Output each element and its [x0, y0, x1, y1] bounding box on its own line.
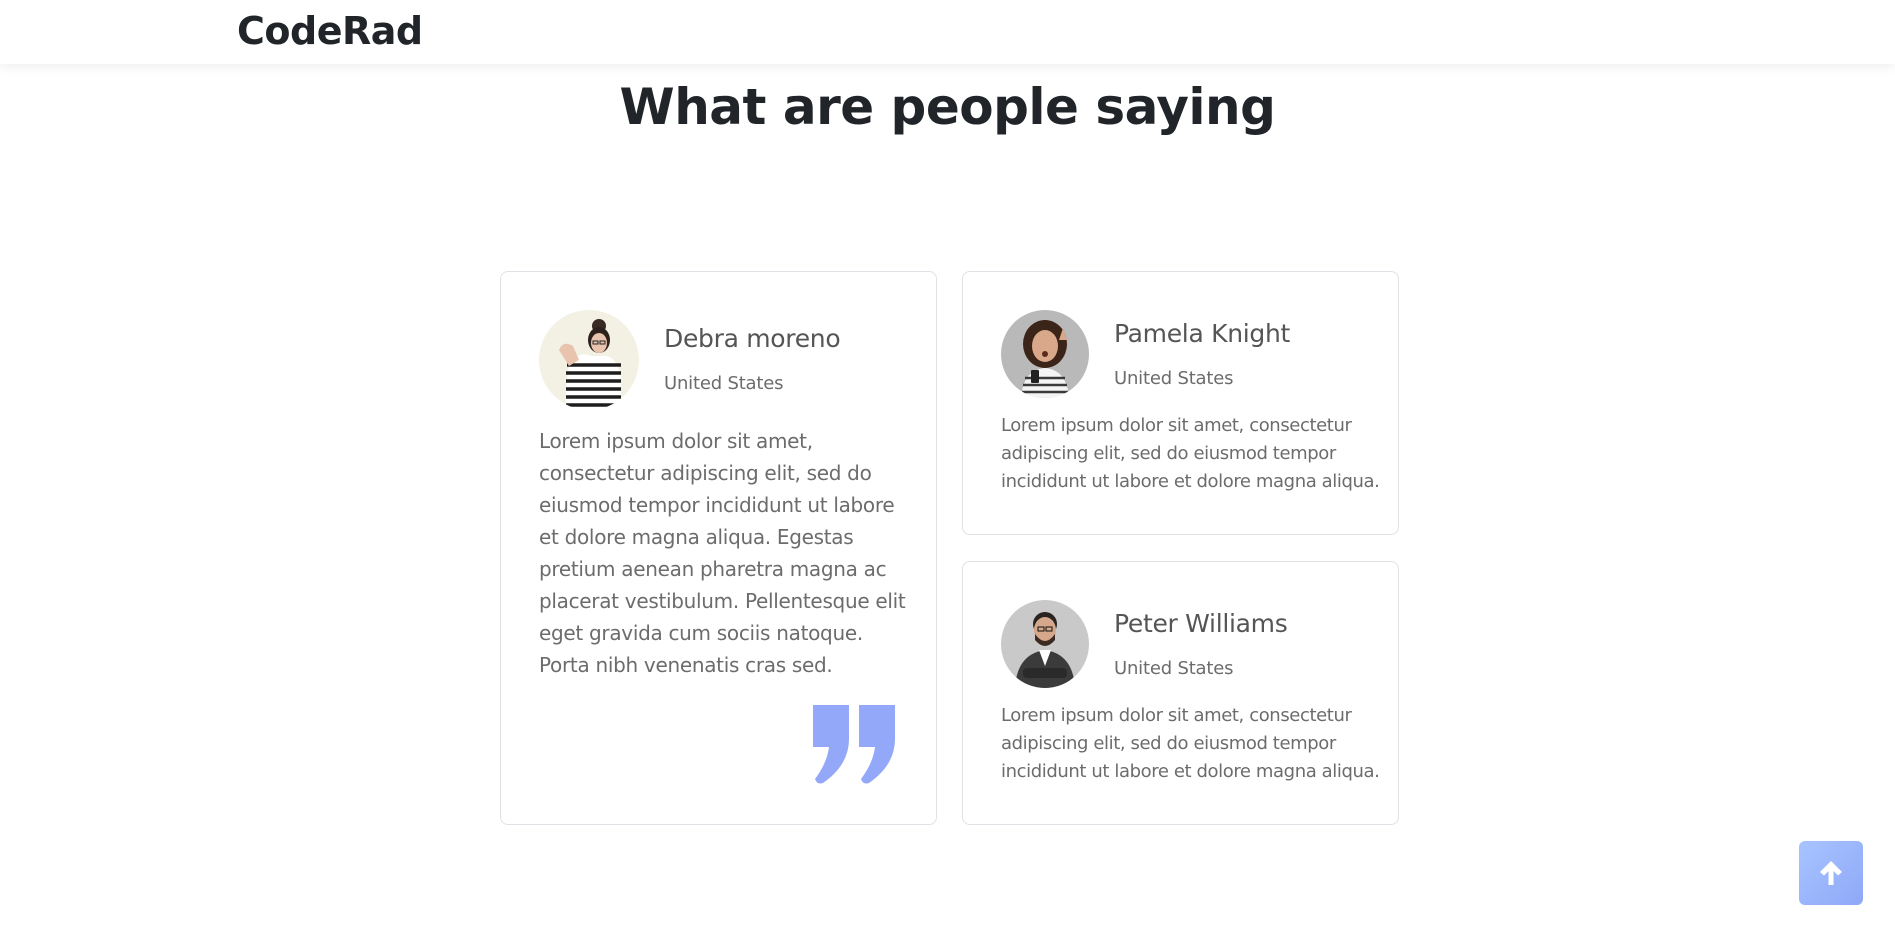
avatar [1001, 310, 1089, 398]
testimonial-card-featured: Debra moreno United States Lorem ipsum d… [500, 271, 937, 825]
avatar-debra-image [539, 310, 639, 410]
avatar-peter-image [1001, 600, 1089, 688]
scroll-to-top-button[interactable] [1799, 841, 1863, 905]
testimonial-location: United States [1114, 368, 1234, 389]
testimonial-location: United States [664, 373, 784, 394]
avatar [539, 310, 639, 410]
testimonial-name: Peter Williams [1114, 609, 1288, 638]
brand-logo[interactable]: CodeRad [237, 9, 423, 53]
testimonial-name: Debra moreno [664, 324, 841, 353]
testimonial-text: Lorem ipsum dolor sit amet, consectetur … [1001, 415, 1380, 492]
avatar-pamela-image [1001, 310, 1089, 398]
testimonial-text: Lorem ipsum dolor sit amet, consectetur … [1001, 705, 1380, 782]
arrow-up-icon [1820, 861, 1842, 885]
testimonial-location: United States [1114, 658, 1234, 679]
testimonial-text: Lorem ipsum dolor sit amet, consectetur … [539, 429, 906, 677]
avatar [1001, 600, 1089, 688]
testimonial-card: Pamela Knight United States Lorem ipsum … [962, 271, 1399, 535]
quote-icon [813, 705, 895, 784]
testimonial-name: Pamela Knight [1114, 319, 1291, 348]
testimonial-card: Peter Williams United States Lorem ipsum… [962, 561, 1399, 825]
section-title: What are people saying [619, 78, 1276, 136]
navbar: CodeRad [0, 0, 1895, 64]
